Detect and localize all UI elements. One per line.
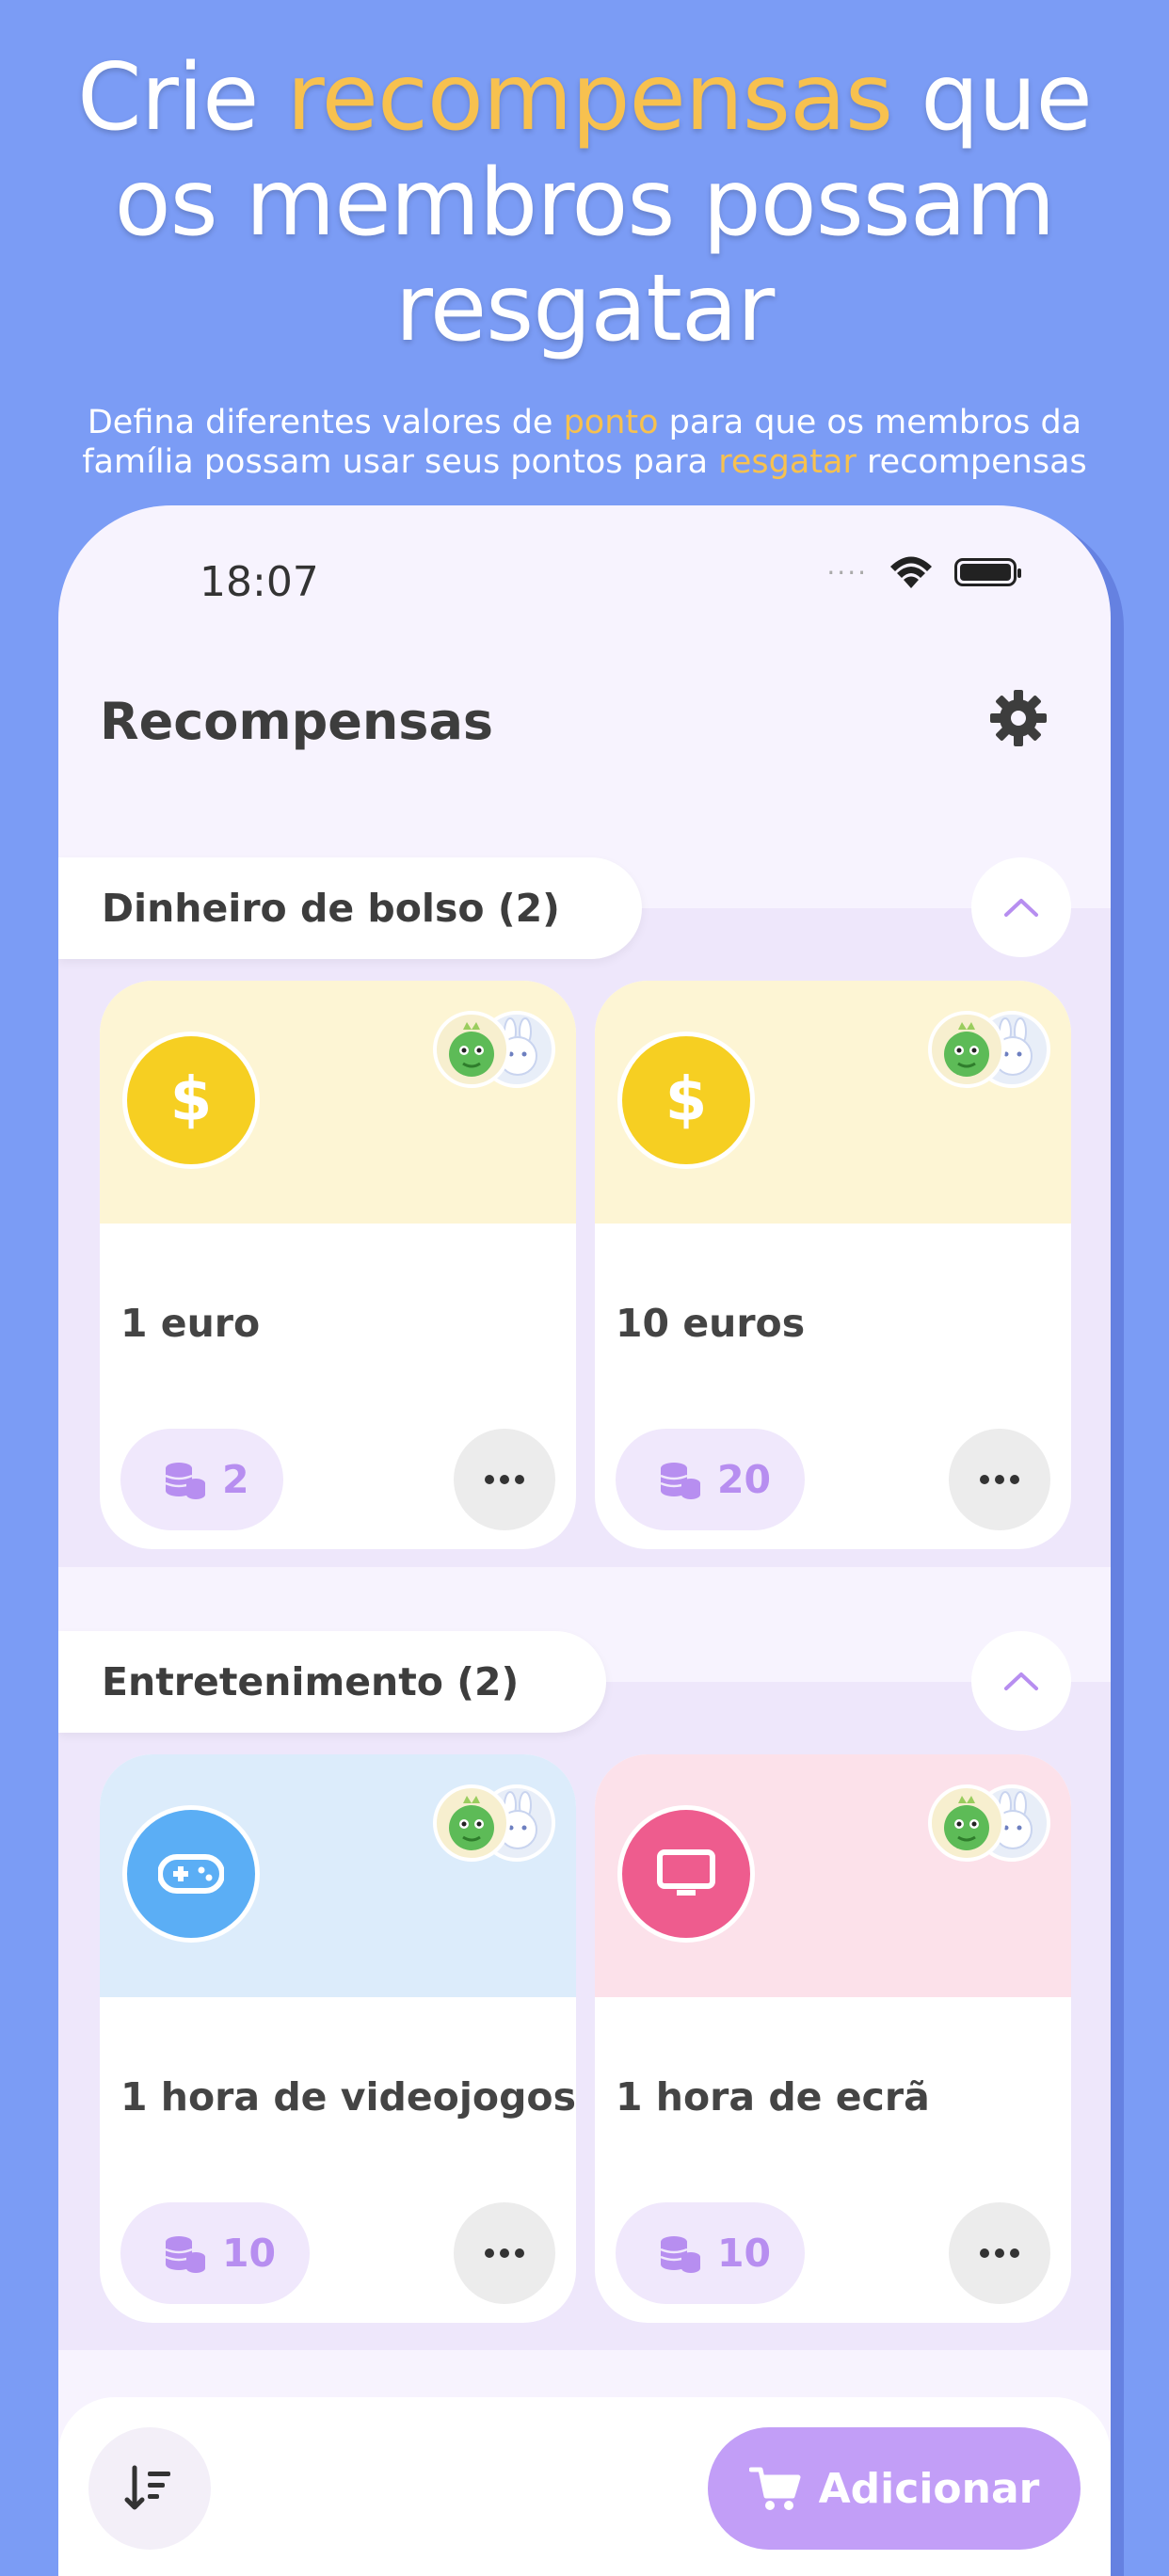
more-icon bbox=[485, 2248, 524, 2258]
points-badge: 20 bbox=[616, 1429, 806, 1530]
add-reward-button[interactable]: Adicionar bbox=[708, 2427, 1081, 2550]
avatar bbox=[433, 1784, 510, 1862]
points-value: 2 bbox=[222, 1457, 249, 1502]
headline-highlight: recompensas bbox=[286, 44, 894, 152]
subline-part-1: Defina diferentes valores de bbox=[87, 404, 564, 441]
points-badge: 10 bbox=[120, 2202, 311, 2304]
status-time: 18:07 bbox=[200, 558, 319, 606]
section-title: Dinheiro de bolso (2) bbox=[102, 886, 560, 931]
member-avatars bbox=[433, 1784, 555, 1867]
avatar bbox=[928, 1784, 1005, 1862]
phone-screen: 18:07 ···· Recompensas Dinheiro de bolso… bbox=[58, 505, 1111, 2576]
reward-name: 1 hora de ecrã bbox=[616, 2074, 930, 2120]
wifi-icon bbox=[890, 556, 932, 588]
coins-icon bbox=[660, 2236, 700, 2273]
dollar-icon: $ bbox=[617, 1032, 755, 1169]
section-header-pocket-money[interactable]: Dinheiro de bolso (2) bbox=[58, 857, 642, 959]
dino-icon bbox=[449, 1796, 494, 1850]
coins-icon bbox=[660, 1463, 700, 1499]
battery-icon bbox=[954, 558, 1021, 586]
chevron-up-icon bbox=[1004, 1672, 1038, 1690]
reward-name: 1 hora de videojogos bbox=[120, 2074, 576, 2120]
member-avatars bbox=[928, 1011, 1050, 1094]
add-button-label: Adicionar bbox=[818, 2464, 1040, 2513]
status-icons: ···· bbox=[826, 554, 1021, 590]
subline-highlight-1: ponto bbox=[563, 404, 659, 441]
points-value: 10 bbox=[717, 2231, 772, 2276]
reward-card[interactable]: 1 hora de ecrã 10 bbox=[595, 1754, 1071, 2323]
more-icon bbox=[485, 1475, 524, 1484]
dino-icon bbox=[449, 1022, 494, 1077]
more-icon bbox=[980, 1475, 1019, 1484]
points-value: 20 bbox=[717, 1457, 772, 1502]
subline-highlight-2: resgatar bbox=[718, 443, 857, 481]
points-value: 10 bbox=[222, 2231, 277, 2276]
reward-name: 1 euro bbox=[120, 1301, 261, 1346]
coins-icon bbox=[165, 2236, 205, 2273]
chevron-up-icon bbox=[1004, 899, 1038, 917]
more-icon bbox=[980, 2248, 1019, 2258]
sort-button[interactable] bbox=[88, 2427, 211, 2550]
headline-part-1: Crie bbox=[77, 44, 287, 152]
reward-card[interactable]: 1 hora de videojogos 10 bbox=[100, 1754, 576, 2323]
page-title: Recompensas bbox=[100, 692, 494, 751]
avatar bbox=[928, 1011, 1005, 1088]
subline-part-3: recompensas bbox=[856, 443, 1087, 481]
more-options-button[interactable] bbox=[454, 1429, 555, 1530]
reward-name: 10 euros bbox=[616, 1301, 806, 1346]
tv-icon bbox=[617, 1805, 755, 1943]
more-options-button[interactable] bbox=[949, 2202, 1050, 2304]
more-options-button[interactable] bbox=[454, 2202, 555, 2304]
member-avatars bbox=[928, 1784, 1050, 1867]
dollar-icon: $ bbox=[122, 1032, 260, 1169]
dino-icon bbox=[944, 1796, 989, 1850]
section-header-entertainment[interactable]: Entretenimento (2) bbox=[58, 1631, 606, 1733]
reward-card[interactable]: $ 10 euros 20 bbox=[595, 981, 1071, 1549]
reward-card[interactable]: $ 1 euro 2 bbox=[100, 981, 576, 1549]
avatar bbox=[433, 1011, 510, 1088]
points-badge: 2 bbox=[120, 1429, 283, 1530]
signal-icon: ···· bbox=[826, 556, 868, 588]
member-avatars bbox=[433, 1011, 555, 1094]
promo-headline: Crie recompensas que os membros possam r… bbox=[38, 45, 1131, 361]
dino-icon bbox=[944, 1022, 989, 1077]
sort-icon bbox=[124, 2465, 170, 2510]
promo-subline: Defina diferentes valores de ponto para … bbox=[38, 403, 1131, 482]
cart-icon bbox=[748, 2467, 801, 2510]
collapse-button[interactable] bbox=[971, 1631, 1071, 1731]
gamepad-icon bbox=[122, 1805, 260, 1943]
points-badge: 10 bbox=[616, 2202, 806, 2304]
collapse-button[interactable] bbox=[971, 857, 1071, 957]
gear-icon[interactable] bbox=[988, 688, 1049, 748]
more-options-button[interactable] bbox=[949, 1429, 1050, 1530]
bottom-action-bar: Adicionar bbox=[58, 2397, 1111, 2576]
section-title: Entretenimento (2) bbox=[102, 1659, 520, 1704]
coins-icon bbox=[165, 1463, 205, 1499]
